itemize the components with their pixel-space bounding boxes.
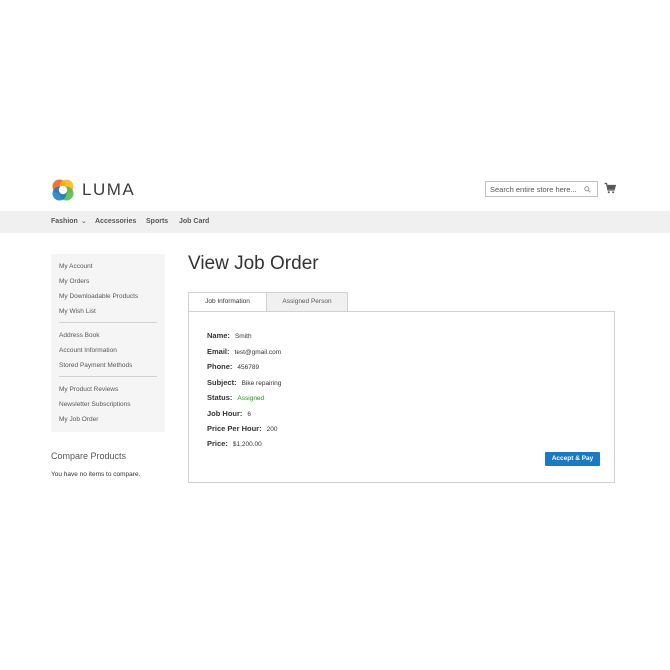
field-label: Price: <box>207 439 228 448</box>
account-sidebar: My Account My Orders My Downloadable Pro… <box>51 254 165 432</box>
field-value: 456789 <box>237 364 260 371</box>
field-label: Name: <box>207 331 230 340</box>
sidebar-item-downloadable-products[interactable]: My Downloadable Products <box>59 291 165 306</box>
tab-job-information[interactable]: Job Information <box>188 292 267 312</box>
sidebar-item-my-orders[interactable]: My Orders <box>59 276 165 291</box>
compare-products-title: Compare Products <box>51 451 127 461</box>
tab-assigned-person[interactable]: Assigned Person <box>266 292 348 312</box>
logo[interactable]: LUMA <box>50 176 135 204</box>
job-information-panel: Name: Smith Email: test@gmail.com Phone:… <box>188 311 615 483</box>
sidebar-item-address-book[interactable]: Address Book <box>59 330 165 345</box>
field-label: Job Hour: <box>207 409 243 418</box>
search-icon[interactable] <box>581 182 593 196</box>
nav-item-job-card[interactable]: Job Card <box>179 211 209 233</box>
field-value: test@gmail.com <box>234 349 282 356</box>
field-row-job-hour: Job Hour: 6 <box>207 409 251 418</box>
sidebar-item-stored-payment-methods[interactable]: Stored Payment Methods <box>59 360 165 375</box>
search-box <box>485 181 598 197</box>
sidebar-item-wish-list[interactable]: My Wish List <box>59 306 165 321</box>
field-value: Smith <box>234 333 252 340</box>
sidebar-item-newsletter-subscriptions[interactable]: Newsletter Subscriptions <box>59 399 165 414</box>
main-navigation: Fashion ⌄ Accessories Sports Job Card <box>0 211 670 233</box>
nav-item-sports[interactable]: Sports <box>146 211 168 233</box>
field-row-price: Price: $1,200.00 <box>207 439 262 448</box>
field-value: $1,200.00 <box>232 441 262 448</box>
field-row-status: Status: Assigned <box>207 393 264 402</box>
status-value: Assigned <box>237 395 265 402</box>
nav-item-accessories[interactable]: Accessories <box>95 211 136 233</box>
sidebar-divider <box>59 376 157 377</box>
accept-and-pay-button[interactable]: Accept & Pay <box>545 452 600 466</box>
field-row-phone: Phone: 456789 <box>207 362 259 371</box>
sidebar-item-my-account[interactable]: My Account <box>59 261 165 276</box>
field-row-name: Name: Smith <box>207 331 252 340</box>
luma-logo-icon <box>52 179 74 201</box>
compare-empty-text: You have no items to compare. <box>51 471 141 478</box>
field-label: Phone: <box>207 362 233 371</box>
field-row-price-per-hour: Price Per Hour: 200 <box>207 424 277 433</box>
sidebar-item-product-reviews[interactable]: My Product Reviews <box>59 384 165 399</box>
field-label: Subject: <box>207 378 237 387</box>
tab-bar: Job Information Assigned Person <box>188 292 348 312</box>
sidebar-divider <box>59 322 157 323</box>
field-value: 200 <box>266 426 278 433</box>
header: LUMA <box>0 174 670 206</box>
page-title: View Job Order <box>188 253 319 274</box>
field-value: Bike repairing <box>241 380 282 387</box>
sidebar-item-my-job-order[interactable]: My Job Order <box>59 414 165 429</box>
field-label: Price Per Hour: <box>207 424 262 433</box>
field-row-subject: Subject: Bike repairing <box>207 378 281 387</box>
cart-icon[interactable] <box>604 182 616 194</box>
sidebar-item-account-information[interactable]: Account Information <box>59 345 165 360</box>
field-value: 6 <box>247 411 252 418</box>
field-label: Email: <box>207 347 230 356</box>
logo-text: LUMA <box>82 180 136 199</box>
chevron-down-icon: ⌄ <box>80 218 87 225</box>
search-input[interactable] <box>486 182 581 196</box>
field-label: Status: <box>207 393 233 402</box>
field-row-email: Email: test@gmail.com <box>207 347 281 356</box>
nav-item-fashion[interactable]: Fashion ⌄ <box>51 211 87 233</box>
